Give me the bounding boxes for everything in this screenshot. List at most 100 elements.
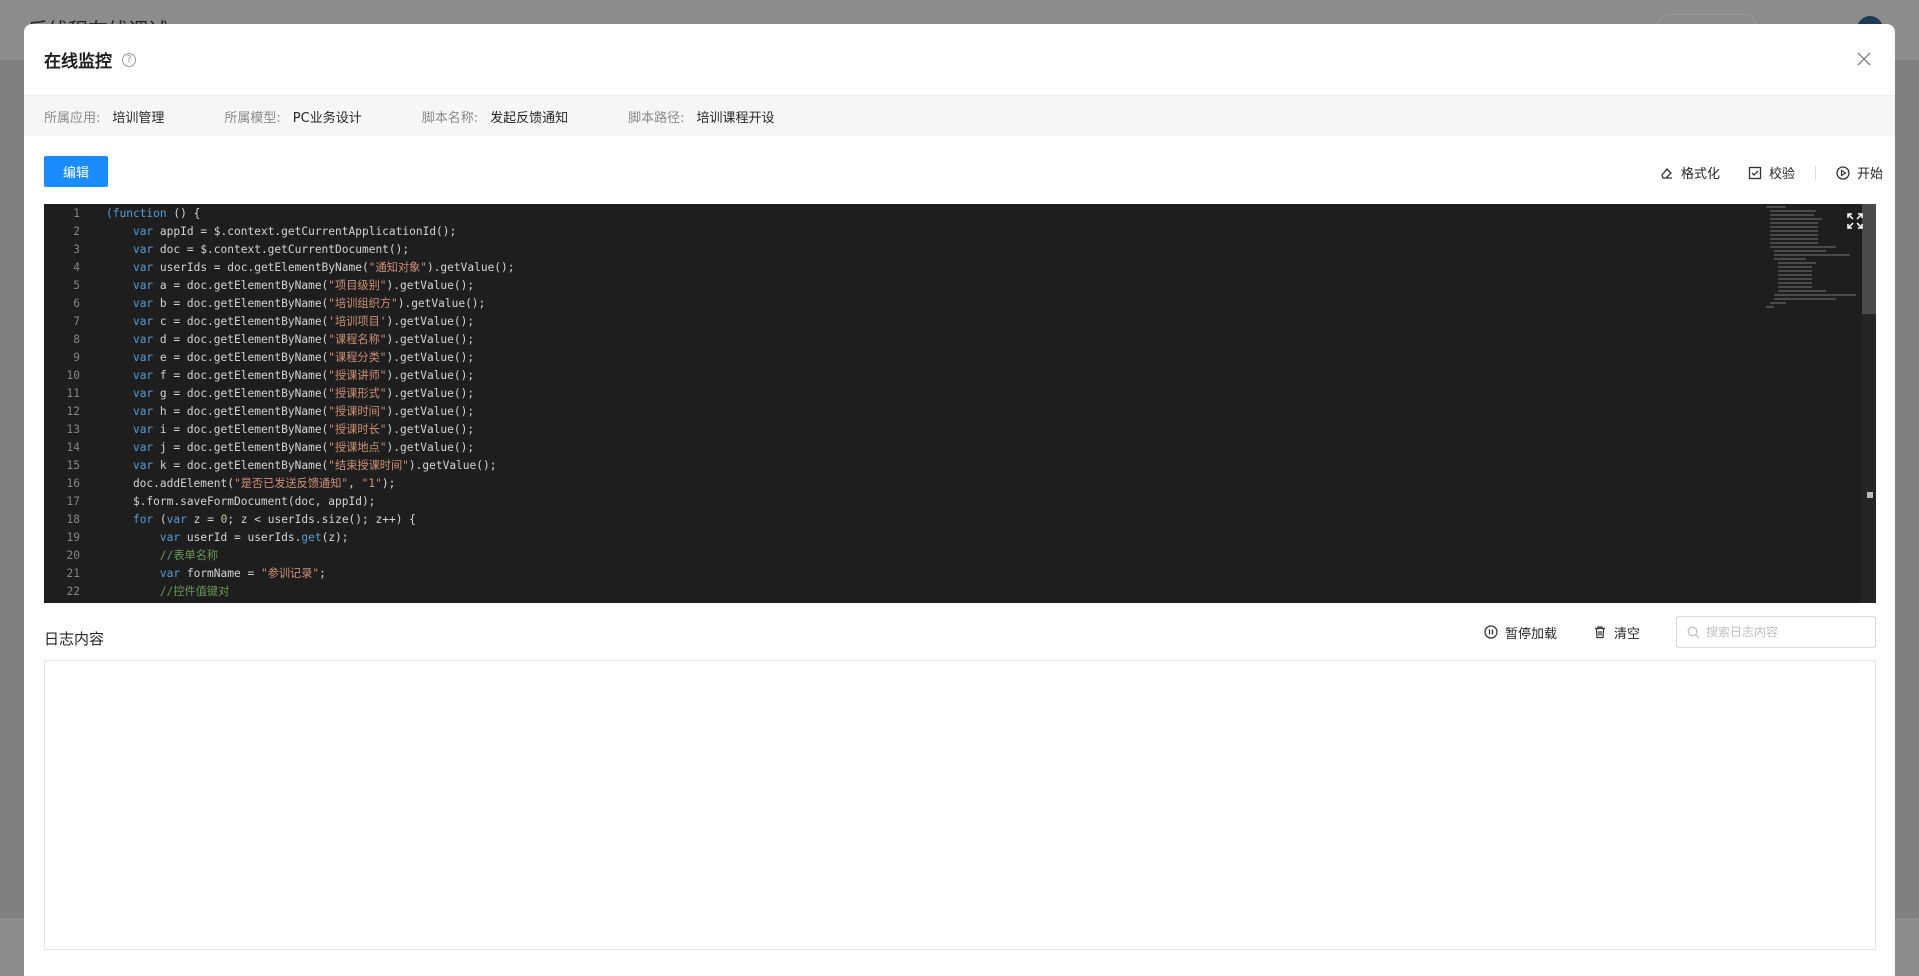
fullscreen-icon[interactable] <box>1846 212 1864 230</box>
code-text: var j = doc.getElementByName("授课地点").get… <box>106 439 474 457</box>
meta-value: 培训课程开设 <box>696 110 775 126</box>
code-text: var g = doc.getElementByName("授课形式").get… <box>106 385 474 403</box>
code-token: "结束授课时间" <box>328 459 409 472</box>
code-token: ).getValue(); <box>386 405 475 418</box>
clear-button[interactable]: 清空 <box>1593 623 1640 642</box>
code-text: $.form.saveFormDocument(doc, appId); <box>106 493 375 511</box>
edit-button[interactable]: 编辑 <box>44 156 108 187</box>
question-circle-icon[interactable]: ? <box>122 52 136 67</box>
code-token: "授课时间" <box>328 405 387 418</box>
code-token: formName = <box>180 567 261 580</box>
code-token: ).getValue(); <box>386 369 475 382</box>
meta-model: 所属模型: PC业务设计 <box>224 107 361 126</box>
code-token: doc = $.context.getCurrentDocument(); <box>153 243 410 256</box>
code-line: 11 var g = doc.getElementByName("授课形式").… <box>44 385 1876 403</box>
line-number: 5 <box>73 279 80 292</box>
code-token: $.form.saveFormDocument(doc, appId); <box>106 495 376 508</box>
code-token: var <box>132 423 154 436</box>
code-token: var <box>159 531 181 544</box>
code-text: var appId = $.context.getCurrentApplicat… <box>106 223 456 241</box>
code-editor[interactable]: 1 (function () {2 var appId = $.context.g… <box>44 204 1876 603</box>
log-search-input[interactable] <box>1706 625 1866 639</box>
code-text: (function () { <box>106 205 200 223</box>
code-token: "通知对象" <box>368 261 427 274</box>
line-number: 14 <box>66 441 80 454</box>
line-number: 15 <box>66 459 80 472</box>
code-token: "是否已发送反馈通知" <box>233 477 349 490</box>
code-token: var <box>132 387 154 400</box>
code-token: ).getValue(); <box>386 333 475 346</box>
code-line: 1 (function () { <box>44 205 1876 223</box>
line-number: 8 <box>73 333 80 346</box>
toolbar-divider <box>1814 165 1816 180</box>
code-token: ).getValue(); <box>386 423 475 436</box>
line-number: 10 <box>66 369 80 382</box>
code-token: "授课时长" <box>328 423 387 436</box>
code-token: ).getValue(); <box>386 351 475 364</box>
meta-label: 所属应用: <box>44 110 101 126</box>
code-token: , <box>348 477 362 490</box>
line-number: 4 <box>73 261 80 274</box>
code-token: "培训组织方" <box>328 297 398 310</box>
code-token: g = doc.getElementByName( <box>153 387 329 400</box>
code-token: b = doc.getElementByName( <box>153 297 329 310</box>
code-token: var <box>132 369 154 382</box>
code-token: var <box>166 513 187 526</box>
meta-label: 所属模型: <box>224 110 281 126</box>
code-token: h = doc.getElementByName( <box>153 405 329 418</box>
start-button[interactable]: 开始 <box>1836 163 1883 182</box>
line-number: 1 <box>73 207 80 220</box>
editor-toolbar: 编辑 格式化 校验 开始 <box>24 136 1895 204</box>
code-token: var <box>132 459 154 472</box>
code-line: 4 var userIds = doc.getElementByName("通知… <box>44 259 1876 277</box>
editor-scrollbar[interactable] <box>1862 204 1876 603</box>
log-search-box <box>1676 616 1876 648</box>
code-token: ).getValue(); <box>426 261 515 274</box>
code-token: ; <box>319 567 326 580</box>
code-token: (function <box>106 207 167 220</box>
code-line: 3 var doc = $.context.getCurrentDocument… <box>44 241 1876 259</box>
code-text: var doc = $.context.getCurrentDocument()… <box>106 241 409 259</box>
code-line: 21 var formName = "参训记录"; <box>44 565 1876 583</box>
pause-loading-label: 暂停加载 <box>1504 626 1557 642</box>
validate-button[interactable]: 校验 <box>1748 163 1795 182</box>
line-number: 20 <box>66 549 80 562</box>
code-token: "1" <box>361 477 382 490</box>
log-title: 日志内容 <box>44 630 105 648</box>
code-text: var c = doc.getElementByName('培训项目').get… <box>106 313 474 331</box>
code-token: ).getValue(); <box>408 459 497 472</box>
code-token: "参训记录" <box>260 567 320 580</box>
pause-loading-button[interactable]: 暂停加载 <box>1484 623 1557 642</box>
code-token: var <box>132 405 154 418</box>
clear-label: 清空 <box>1613 626 1640 642</box>
code-line: 18 for (var z = 0; z < userIds.size(); z… <box>44 511 1876 529</box>
format-button[interactable]: 格式化 <box>1660 163 1720 182</box>
close-icon[interactable] <box>1855 50 1873 68</box>
log-content-area[interactable] <box>44 660 1876 950</box>
line-number: 7 <box>73 315 80 328</box>
scroll-marker <box>1867 492 1873 498</box>
meta-script-name: 脚本名称: 发起反馈通知 <box>422 107 568 126</box>
code-text: var f = doc.getElementByName("授课讲师").get… <box>106 367 474 385</box>
code-token: k = doc.getElementByName( <box>153 459 329 472</box>
code-lines: 1 (function () {2 var appId = $.context.g… <box>44 205 1876 601</box>
code-token: var <box>132 279 154 292</box>
code-token: for <box>132 513 154 526</box>
code-token: d = doc.getElementByName( <box>153 333 329 346</box>
code-text: var d = doc.getElementByName("课程名称").get… <box>106 331 474 349</box>
validate-label: 校验 <box>1768 167 1795 182</box>
code-token: e = doc.getElementByName( <box>153 351 329 364</box>
code-token: ).getValue(); <box>386 387 475 400</box>
code-token: '培训项目' <box>328 315 387 328</box>
code-line: 12 var h = doc.getElementByName("授课时间").… <box>44 403 1876 421</box>
editor-scroll-thumb[interactable] <box>1862 204 1876 314</box>
code-token: "授课地点" <box>328 441 387 454</box>
code-line: 5 var a = doc.getElementByName("项目级别").g… <box>44 277 1876 295</box>
